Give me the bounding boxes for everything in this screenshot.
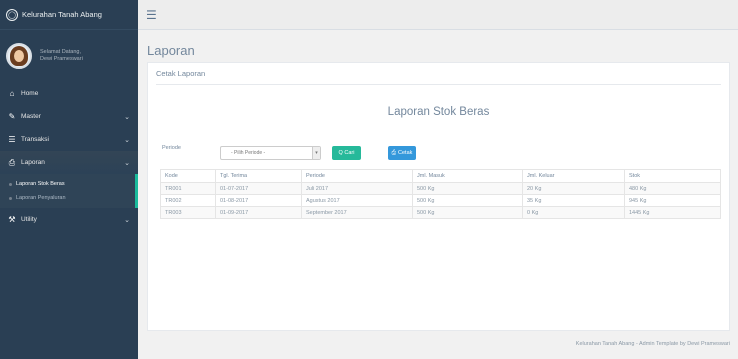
chevron-down-icon: ⌄	[124, 136, 130, 144]
column-header: Tgl. Terima	[215, 169, 302, 183]
table-icon: ☰	[8, 135, 16, 144]
wrench-icon: ⚒	[8, 215, 16, 224]
table-cell: TR001	[160, 182, 216, 195]
report-panel: Cetak Laporan Laporan Stok Beras Periode…	[147, 62, 730, 331]
chevron-down-icon: ⌄	[124, 113, 130, 121]
brand-title: Kelurahan Tanah Abang	[22, 10, 102, 19]
sidebar-item-transaksi[interactable]: ☰ Transaksi ⌄	[0, 128, 138, 151]
table-cell: 01-08-2017	[215, 194, 302, 207]
sidebar-item-label: Utility	[21, 216, 37, 223]
table-cell: 01-07-2017	[215, 182, 302, 195]
report-title: Laporan Stok Beras	[387, 106, 490, 118]
table-cell: 01-09-2017	[215, 206, 302, 219]
sidebar-item-home[interactable]: ⌂ Home	[0, 82, 138, 105]
panel-title: Cetak Laporan	[156, 63, 721, 85]
chevron-down-icon: ⌄	[124, 159, 130, 167]
hamburger-icon[interactable]: ☰	[146, 8, 157, 22]
table-row: TR003 01-09-2017 September 2017 500 Kg 0…	[160, 206, 721, 219]
avatar	[6, 43, 32, 69]
table-cell: 35 Kg	[522, 194, 625, 207]
table-cell: September 2017	[301, 206, 413, 219]
print-button-label: Cetak	[398, 150, 413, 156]
sidebar-item-master[interactable]: ✎ Master ⌄	[0, 105, 138, 128]
print-icon: ⎙	[8, 157, 16, 167]
table-header-row: Kode Tgl. Terima Periode Jml. Masuk Jml.…	[160, 169, 721, 183]
table-cell: TR002	[160, 194, 216, 207]
table-cell: 0 Kg	[522, 206, 625, 219]
laporan-submenu: Laporan Stok Beras Laporan Penyaluran	[0, 174, 138, 208]
table-row: TR001 01-07-2017 Juli 2017 500 Kg 20 Kg …	[160, 182, 721, 195]
column-header: Jml. Masuk	[412, 169, 523, 183]
logo-icon: ◯	[6, 8, 18, 21]
sidebar-item-label: Laporan	[21, 159, 45, 166]
table-cell: TR003	[160, 206, 216, 219]
profile: Selamat Datang, Dewi Prameswari	[0, 30, 138, 82]
table-cell: 500 Kg	[412, 194, 523, 207]
table-cell: 945 Kg	[624, 194, 721, 207]
sidebar: ◯ Kelurahan Tanah Abang Selamat Datang, …	[0, 0, 138, 359]
profile-greeting: Selamat Datang,	[40, 49, 81, 55]
submenu-item-laporan-penyaluran[interactable]: Laporan Penyaluran	[0, 191, 135, 205]
period-select[interactable]: - Pilih Periode - ▾	[220, 146, 321, 160]
brand[interactable]: ◯ Kelurahan Tanah Abang	[0, 0, 138, 30]
table-cell: Juli 2017	[301, 182, 413, 195]
table-cell: 480 Kg	[624, 182, 721, 195]
column-header: Jml. Keluar	[522, 169, 625, 183]
print-button[interactable]: ⎙ Cetak	[388, 146, 416, 160]
chevron-down-icon: ⌄	[124, 216, 130, 224]
table-cell: 20 Kg	[522, 182, 625, 195]
sidebar-item-label: Transaksi	[21, 136, 49, 143]
search-button[interactable]: Q Cari	[332, 146, 361, 160]
home-icon: ⌂	[9, 89, 15, 98]
period-label: Periode	[162, 145, 181, 151]
period-select-value: - Pilih Periode -	[231, 150, 266, 156]
table-row: TR002 01-08-2017 Agustus 2017 500 Kg 35 …	[160, 194, 721, 207]
table-cell: 500 Kg	[412, 182, 523, 195]
sidebar-item-laporan[interactable]: ⎙ Laporan ⌄	[0, 151, 138, 174]
edit-icon: ✎	[8, 112, 16, 121]
select-caret-icon: ▾	[312, 147, 320, 159]
table-cell: 1445 Kg	[624, 206, 721, 219]
profile-name: Dewi Prameswari	[40, 56, 83, 62]
print-icon: ⎙	[391, 149, 397, 156]
sidebar-item-label: Home	[21, 90, 39, 97]
page-title: Laporan	[147, 43, 195, 58]
footer-text: Kelurahan Tanah Abang - Admin Template b…	[575, 341, 730, 347]
sidebar-item-utility[interactable]: ⚒ Utility ⌄	[0, 208, 138, 231]
sidebar-item-label: Master	[21, 113, 41, 120]
table-cell: Agustus 2017	[301, 194, 413, 207]
column-header: Periode	[301, 169, 413, 183]
table-cell: 500 Kg	[412, 206, 523, 219]
column-header: Kode	[160, 169, 216, 183]
top-navbar: ☰	[138, 0, 738, 30]
stock-table: Kode Tgl. Terima Periode Jml. Masuk Jml.…	[160, 169, 721, 219]
submenu-item-laporan-stok-beras[interactable]: Laporan Stok Beras	[0, 177, 135, 191]
column-header: Stok	[624, 169, 721, 183]
